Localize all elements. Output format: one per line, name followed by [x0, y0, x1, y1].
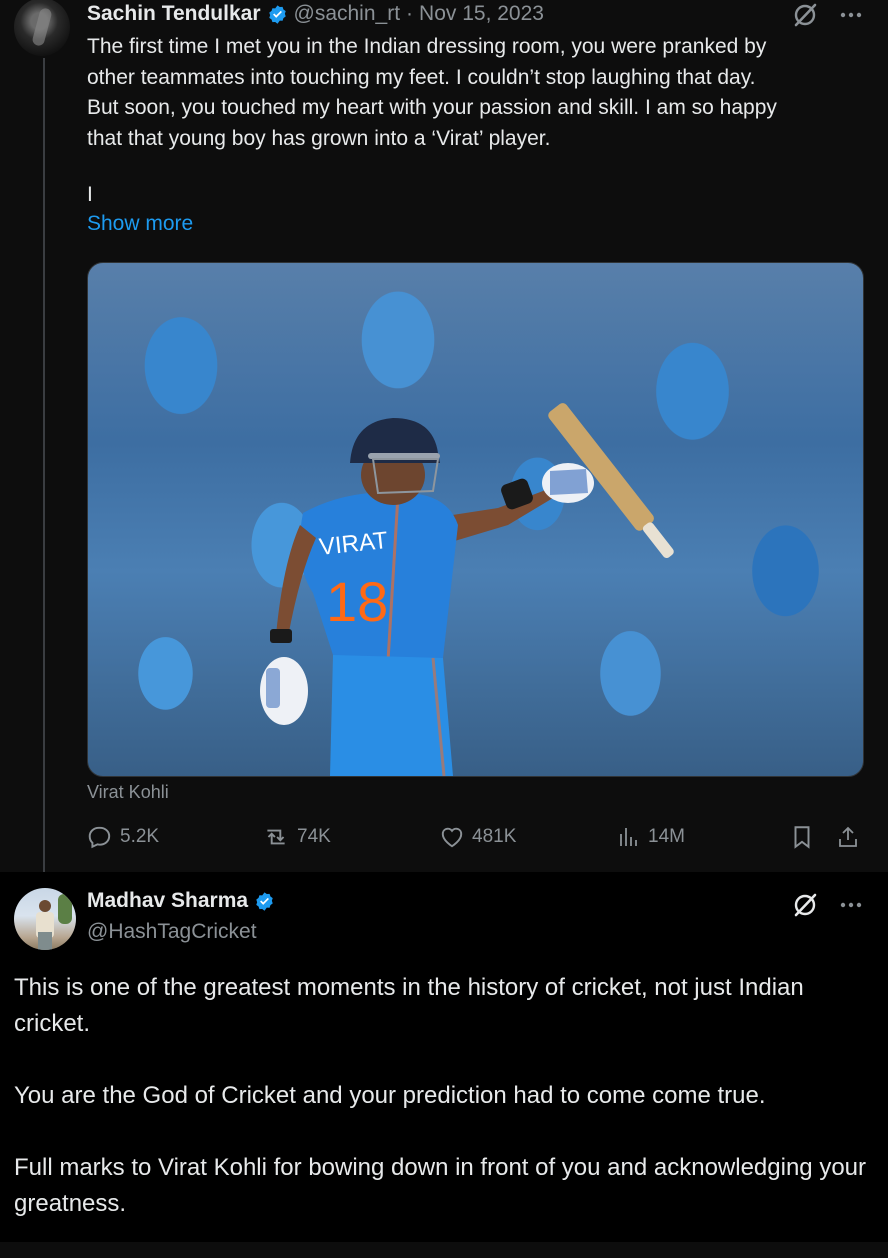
bookmark-button[interactable]: [791, 824, 813, 850]
views-icon: [620, 828, 637, 846]
tweet-date[interactable]: Nov 15, 2023: [419, 2, 544, 26]
tweet-action-bar: 5.2K 74K 481K 14M: [87, 824, 862, 856]
more-icon[interactable]: [840, 12, 862, 18]
reply-paragraph: This is one of the greatest moments in t…: [14, 974, 804, 1037]
grok-icon[interactable]: [792, 2, 818, 28]
reply-paragraph: Full marks to Virat Kohli for bowing dow…: [14, 1154, 867, 1217]
repost-count: 74K: [297, 826, 331, 847]
avatar-sachin[interactable]: [14, 0, 70, 56]
reply-top-actions: [792, 892, 862, 918]
like-count: 481K: [472, 826, 517, 847]
share-button[interactable]: [836, 824, 860, 850]
reply-header: Madhav Sharma: [87, 889, 275, 913]
views-button[interactable]: 14M: [617, 824, 685, 850]
repost-button[interactable]: 74K: [262, 824, 331, 850]
tweet-text-line: The first time I met you in the Indian d…: [87, 35, 767, 58]
tweet-header: Sachin Tendulkar @sachin_rt · Nov 15, 20…: [87, 2, 544, 26]
repost-icon: [267, 829, 285, 845]
reply-icon: [88, 826, 111, 849]
dot-separator: ·: [406, 2, 414, 25]
verified-badge-icon: [268, 4, 286, 24]
truncated-text: I: [87, 183, 93, 206]
show-more-link[interactable]: Show more: [87, 212, 193, 236]
author-name[interactable]: Sachin Tendulkar: [87, 2, 261, 26]
avatar-madhav[interactable]: [14, 888, 76, 950]
tweet-top-actions: [792, 2, 862, 28]
grok-icon[interactable]: [792, 892, 818, 918]
author-handle[interactable]: @sachin_rt: [294, 2, 401, 26]
jersey-number: 18: [326, 570, 388, 633]
share-icon: [839, 826, 857, 847]
player-illustration: VIRAT 18: [260, 403, 674, 776]
bookmark-icon: [794, 826, 810, 849]
reply-paragraph: You are the God of Cricket and your pred…: [14, 1082, 766, 1109]
tweet-text-line: But soon, you touched my heart with your…: [87, 96, 777, 119]
tweet-media-photo[interactable]: VIRAT 18: [87, 262, 864, 777]
reply-author-handle[interactable]: @HashTagCricket: [87, 920, 257, 944]
media-caption: Virat Kohli: [87, 782, 169, 802]
views-count: 14M: [648, 826, 685, 847]
reply-author-name[interactable]: Madhav Sharma: [87, 889, 248, 913]
thread-connector: [43, 58, 45, 888]
reply-button[interactable]: 5.2K: [87, 824, 159, 850]
tweet-text: The first time I met you in the Indian d…: [87, 32, 867, 154]
reply-count: 5.2K: [120, 826, 160, 847]
like-icon: [441, 827, 463, 848]
tweet-text-line: other teammates into touching my feet. I…: [87, 65, 756, 89]
like-button[interactable]: 481K: [439, 824, 516, 850]
verified-badge-icon: [256, 891, 273, 911]
tweet-text-line: that that young boy has grown into a ‘Vi…: [87, 126, 551, 150]
reply-text: This is one of the greatest moments in t…: [14, 970, 874, 1258]
more-icon[interactable]: [840, 902, 862, 908]
